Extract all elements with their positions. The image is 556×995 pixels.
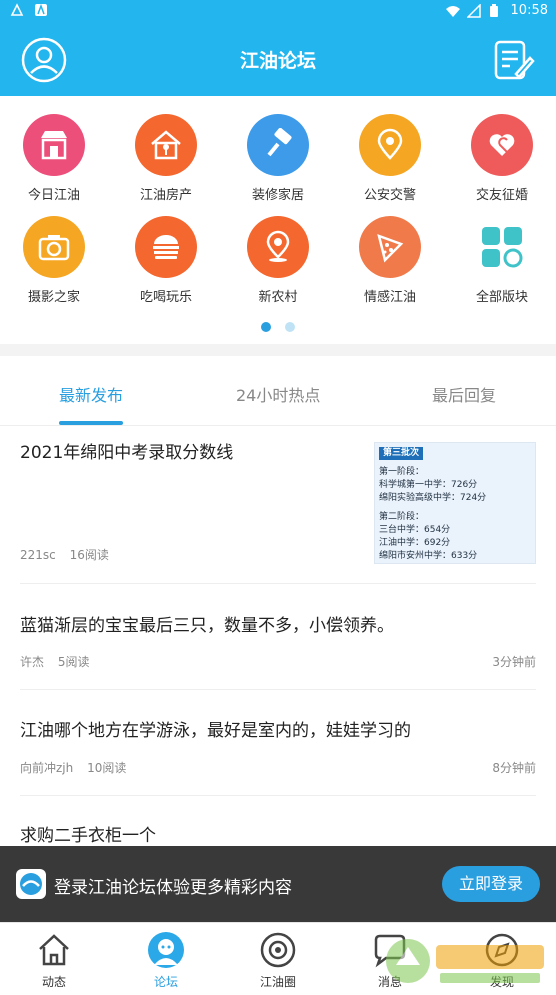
category-label: 江油房产 <box>139 188 192 203</box>
section-divider <box>0 344 556 356</box>
post-reads: 10阅读 <box>87 761 127 775</box>
category-label: 公安交警 <box>363 188 416 203</box>
home-icon <box>35 931 73 969</box>
thumb-line: 绵阳市安州中学：633分 <box>379 551 478 561</box>
tab-24h-hot[interactable]: 24小时热点 <box>236 382 320 406</box>
post-title: 2021年绵阳中考录取分数线 <box>20 443 234 463</box>
watermark-logo <box>380 933 550 989</box>
category-quanbu-bankuai[interactable]: 全部版块 <box>446 216 556 305</box>
nav-dongtai[interactable]: 动态 <box>14 931 94 990</box>
forum-logo-icon <box>16 869 46 899</box>
camera-icon <box>23 216 85 278</box>
category-jiangyou-fangchan[interactable]: 江油房产 <box>110 114 222 203</box>
post-reads: 16阅读 <box>69 548 109 562</box>
category-chihe-wanle[interactable]: 吃喝玩乐 <box>110 216 222 305</box>
thumb-line: 三台中学：654分 <box>379 525 451 535</box>
post-meta: 向前冲zjh 10阅读 <box>20 759 126 776</box>
nav-label: 江油圈 <box>259 975 296 989</box>
edit-note-icon <box>494 40 535 80</box>
thumb-line: 第二阶段： <box>379 512 425 522</box>
grid-icon <box>471 216 533 278</box>
banner-text: 登录江油论坛体验更多精彩内容 <box>54 878 292 898</box>
post-meta: 许杰 5阅读 <box>20 653 89 670</box>
category-label: 情感江油 <box>363 290 416 305</box>
thumb-line: 绵阳实验高级中学：724分 <box>379 493 487 503</box>
post-item[interactable]: 2021年绵阳中考录取分数线 221sc 16阅读 第三批次 第一阶段： 科学城… <box>20 426 536 584</box>
category-jinri-jiangyou[interactable]: 今日江油 <box>0 114 110 203</box>
category-label: 新农村 <box>258 290 298 305</box>
thumb-line: 江油中学：692分 <box>379 538 451 548</box>
location-pin-icon <box>359 114 421 176</box>
post-time: 3分钟前 <box>492 655 536 669</box>
status-bar: 10:58 <box>0 0 556 22</box>
bottom-navigation: 动态 论坛 江油圈 消息 发现 <box>0 922 556 995</box>
page-title: 江油论坛 <box>239 50 316 72</box>
compose-button[interactable] <box>488 36 536 84</box>
post-title: 求购二手衣柜一个 <box>20 826 156 846</box>
nav-label: 动态 <box>41 975 66 989</box>
post-author: 许杰 <box>20 655 45 669</box>
house-key-icon <box>135 114 197 176</box>
hearts-icon <box>471 114 533 176</box>
signal-icon <box>465 2 481 18</box>
login-button[interactable]: 立即登录 <box>442 866 540 902</box>
category-label: 装修家居 <box>251 188 304 203</box>
post-thumbnail: 第三批次 第一阶段： 科学城第一中学：726分 绵阳实验高级中学：724分 第二… <box>374 442 536 564</box>
wifi-icon <box>445 4 460 18</box>
category-label: 今日江油 <box>27 188 80 203</box>
page-dot-2[interactable] <box>285 322 295 332</box>
category-grid: 今日江油 江油房产 装修家居 公安交警 交友征婚 摄影之家 吃喝玩乐 新农村 情… <box>0 96 556 344</box>
feed-tabs: 最新发布 24小时热点 最后回复 <box>0 356 556 426</box>
post-meta: 221sc 16阅读 <box>20 546 109 563</box>
tab-latest[interactable]: 最新发布 <box>59 382 123 406</box>
post-author: 221sc <box>20 548 56 562</box>
app-icon <box>34 3 48 17</box>
nav-luntan[interactable]: 论坛 <box>126 931 206 990</box>
forum-avatar-icon <box>147 931 185 969</box>
nav-label: 论坛 <box>153 975 178 989</box>
post-title: 江油哪个地方在学游泳，最好是室内的，娃娃学习的 <box>20 721 411 741</box>
post-item[interactable]: 江油哪个地方在学游泳，最好是室内的，娃娃学习的 向前冲zjh 10阅读 8分钟前 <box>20 690 536 796</box>
battery-icon <box>489 3 503 18</box>
post-author: 向前冲zjh <box>20 761 74 775</box>
tab-last-reply[interactable]: 最后回复 <box>432 382 496 406</box>
circle-camera-icon <box>259 931 297 969</box>
shop-icon <box>23 114 85 176</box>
category-label: 吃喝玩乐 <box>139 290 192 305</box>
nav-jiangyouquan[interactable]: 江油圈 <box>238 931 318 990</box>
pizza-icon <box>359 216 421 278</box>
thumb-line: 科学城第一中学：726分 <box>379 480 478 490</box>
category-xin-nongcun[interactable]: 新农村 <box>222 216 334 305</box>
thumb-tag: 第三批次 <box>379 447 424 460</box>
post-title: 蓝猫渐层的宝宝最后三只，数量不多，小偿领养。 <box>20 616 394 636</box>
paint-roller-icon <box>247 114 309 176</box>
map-pin-icon <box>247 216 309 278</box>
post-item[interactable]: 蓝猫渐层的宝宝最后三只，数量不多，小偿领养。 许杰 5阅读 3分钟前 <box>20 584 536 690</box>
category-zhuangxiu-jiaju[interactable]: 装修家居 <box>222 114 334 203</box>
post-reads: 5阅读 <box>57 655 90 669</box>
app-header: 江油论坛 <box>0 22 556 96</box>
category-sheying-zhijia[interactable]: 摄影之家 <box>0 216 110 305</box>
status-time: 10:58 <box>510 3 548 18</box>
category-jiaoyou-zhenghun[interactable]: 交友征婚 <box>446 114 556 203</box>
burger-icon <box>135 216 197 278</box>
login-banner: 登录江油论坛体验更多精彩内容 立即登录 <box>0 846 556 922</box>
category-qinggan-jiangyou[interactable]: 情感江油 <box>334 216 446 305</box>
category-label: 摄影之家 <box>27 290 80 305</box>
category-label: 全部版块 <box>475 290 528 305</box>
category-label: 交友征婚 <box>475 188 528 203</box>
post-time: 8分钟前 <box>492 761 536 775</box>
category-gongan-jiaojing[interactable]: 公安交警 <box>334 114 446 203</box>
thumb-line: 第一阶段： <box>379 467 425 477</box>
page-dot-1[interactable] <box>261 322 271 332</box>
notification-icon <box>10 3 24 17</box>
active-tab-indicator <box>59 421 123 425</box>
page-indicator <box>0 322 556 332</box>
